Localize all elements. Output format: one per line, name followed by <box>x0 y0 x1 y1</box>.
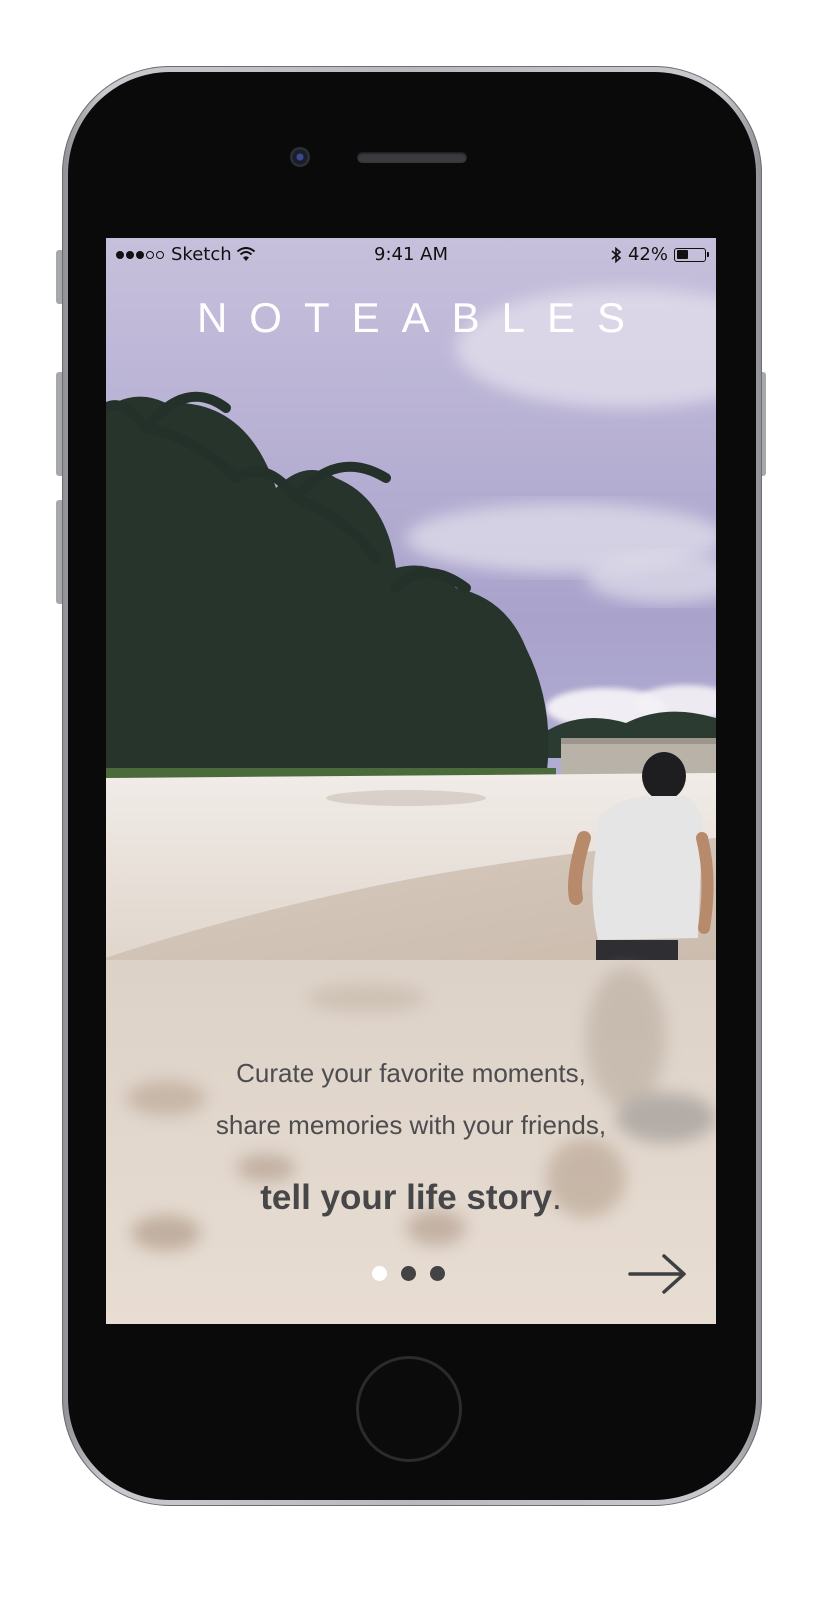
caption-period: . <box>552 1178 562 1217</box>
caption-emphasis: tell your life story <box>260 1178 552 1217</box>
arrow-right-icon[interactable] <box>628 1253 688 1295</box>
caption-line-3: tell your life story. <box>106 1178 716 1218</box>
onboarding-caption-card: Curate your favorite moments, share memo… <box>106 960 716 1324</box>
bluetooth-icon <box>611 246 622 263</box>
battery-percent: 42% <box>627 244 668 265</box>
status-right: 42% <box>610 244 709 265</box>
front-camera <box>290 147 310 167</box>
status-bar: Sketch 9:41 AM 42% <box>106 238 716 274</box>
battery-level <box>676 250 688 259</box>
home-button[interactable] <box>356 1356 462 1462</box>
page-dot-3[interactable] <box>430 1266 445 1281</box>
screen: Sketch 9:41 AM 42% NOTEABLES Curate your… <box>106 238 716 1324</box>
caption-line-2: share memories with your friends, <box>215 1110 607 1140</box>
app-title: NOTEABLES <box>196 294 648 341</box>
battery-icon <box>674 247 709 262</box>
page-indicator[interactable] <box>372 1266 445 1281</box>
page-dot-2[interactable] <box>401 1266 416 1281</box>
caption-line-1: Curate your favorite moments, <box>236 1058 586 1088</box>
earpiece-speaker <box>357 152 467 163</box>
page-dot-1[interactable] <box>372 1266 387 1281</box>
